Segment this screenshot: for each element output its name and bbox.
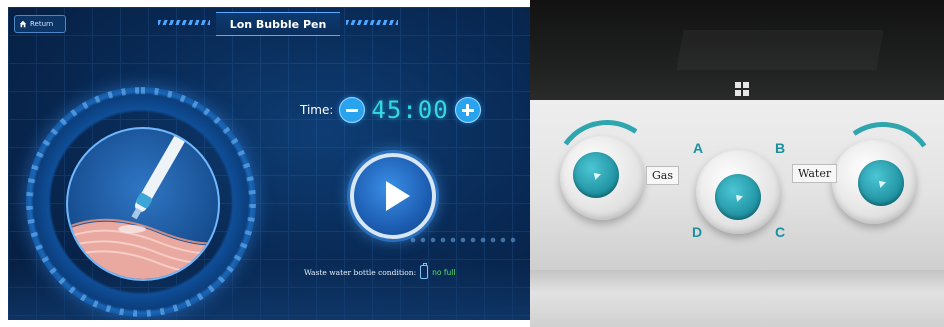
control-panel-photo: Gas Water A B D C	[530, 0, 944, 327]
title-decoration-right	[346, 20, 398, 25]
return-label: Return	[30, 20, 54, 28]
home-icon	[19, 20, 27, 28]
skin-pen-graphic	[68, 129, 218, 279]
decorative-dots	[408, 235, 518, 247]
gas-knob[interactable]	[560, 136, 644, 220]
return-button[interactable]: Return	[14, 15, 66, 33]
time-label: Time:	[300, 103, 334, 117]
bottle-icon	[420, 263, 429, 279]
device-screen: Return Lon Bubble Pen Time: 45:00 Waste …	[8, 7, 530, 320]
panel-base	[530, 270, 944, 327]
time-control: Time: 45:00	[300, 95, 481, 125]
position-label-a: A	[693, 140, 704, 156]
gas-label: Gas	[646, 166, 679, 185]
title-decoration-left	[158, 20, 210, 25]
waste-status: no full	[432, 267, 456, 277]
position-label-d: D	[692, 224, 703, 240]
increase-time-button[interactable]	[454, 97, 481, 123]
waste-bottle-status: Waste water bottle condition: no full	[304, 263, 456, 279]
title-bar: Lon Bubble Pen	[158, 12, 398, 36]
plus-icon	[461, 104, 474, 116]
minus-icon	[346, 108, 359, 112]
selector-knob[interactable]	[696, 150, 780, 234]
position-label-b: B	[775, 140, 786, 156]
time-value: 45:00	[371, 96, 449, 124]
start-button[interactable]	[350, 153, 436, 239]
water-label: Water	[792, 164, 838, 183]
waste-label: Waste water bottle condition:	[304, 267, 417, 277]
decrease-time-button[interactable]	[339, 97, 366, 123]
play-icon	[386, 181, 410, 211]
position-label-c: C	[775, 224, 786, 240]
water-knob[interactable]	[832, 140, 916, 224]
page-title: Lon Bubble Pen	[216, 12, 340, 36]
windows-logo	[735, 82, 749, 96]
bubble-pen-illustration	[66, 127, 220, 281]
